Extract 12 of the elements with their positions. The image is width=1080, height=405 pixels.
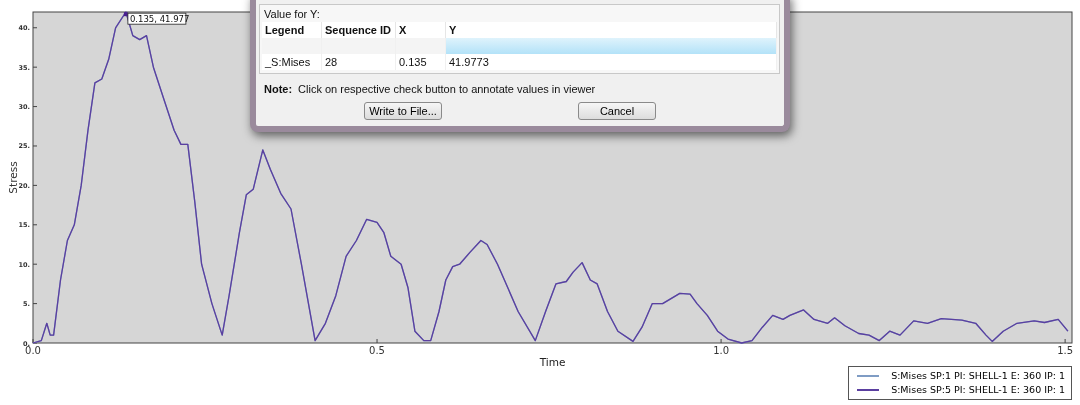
x-tick-label: 1.0 — [713, 345, 730, 356]
legend-label: S:Mises SP:1 PI: SHELL-1 E: 360 IP: 1 — [891, 369, 1065, 383]
legend-label: S:Mises SP:5 PI: SHELL-1 E: 360 IP: 1 — [891, 383, 1065, 397]
annotation-label: 0.135, 41.977 — [127, 12, 190, 25]
note-text: Click on respective check button to annotate values in viewer — [298, 83, 596, 95]
axis-title: Time — [539, 356, 566, 366]
x-tick-label: 0.0 — [25, 345, 41, 356]
x-tick-label: 1.5 — [1057, 345, 1074, 356]
axis-title: Stress — [7, 161, 19, 194]
note-label: Note: — [264, 83, 293, 95]
x-tick-label: 0.5 — [369, 345, 385, 356]
group-title: Value for Y: — [263, 7, 321, 22]
